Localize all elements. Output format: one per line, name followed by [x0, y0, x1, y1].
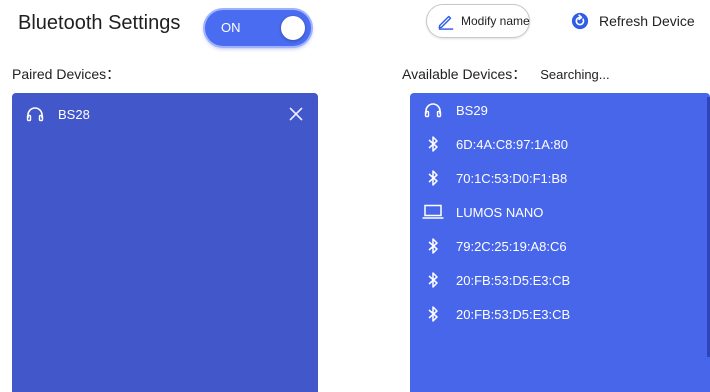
laptop-icon — [422, 203, 444, 221]
device-name: 20:FB:53:D5:E3:CB — [456, 272, 571, 288]
available-device-row[interactable]: BS29 — [410, 93, 710, 127]
available-devices-list: BS29 6D:4A:C8:97:1A:80 70:1C:53:D0:F1:B8 — [410, 93, 710, 392]
device-name: 70:1C:53:D0:F1:B8 — [456, 170, 568, 186]
headphones-icon — [422, 101, 444, 119]
bluetooth-icon — [422, 135, 444, 153]
bluetooth-icon — [422, 305, 444, 323]
available-device-row[interactable]: 70:1C:53:D0:F1:B8 — [410, 161, 710, 195]
headphones-icon — [24, 105, 46, 123]
bluetooth-toggle[interactable]: ON — [205, 10, 311, 46]
paired-devices-list: BS28 — [12, 93, 318, 392]
modify-name-button[interactable]: Modify name — [426, 4, 530, 38]
device-name: 79:2C:25:19:A8:C6 — [456, 238, 567, 254]
available-devices-label: Available Devices： Searching... — [402, 64, 610, 84]
page-title: Bluetooth Settings — [18, 12, 181, 34]
paired-device-row[interactable]: BS28 — [12, 97, 318, 131]
device-name: 6D:4A:C8:97:1A:80 — [456, 136, 569, 152]
available-devices-label-text: Available Devices： — [402, 66, 527, 82]
device-name: 20:FB:53:D5:E3:CB — [456, 306, 571, 322]
bluetooth-icon — [422, 237, 444, 255]
paired-devices-label: Paired Devices： — [12, 64, 120, 84]
bluetooth-icon — [422, 169, 444, 187]
refresh-icon — [571, 12, 589, 30]
bluetooth-settings-screen: Bluetooth Settings ON Modify name Refres… — [0, 0, 710, 392]
pencil-icon — [438, 15, 454, 30]
device-name: BS29 — [456, 102, 488, 118]
search-status: Searching... — [540, 67, 610, 82]
available-device-row[interactable]: 20:FB:53:D5:E3:CB — [410, 263, 710, 297]
refresh-device-button[interactable]: Refresh Device — [571, 12, 695, 30]
available-device-row[interactable]: 6D:4A:C8:97:1A:80 — [410, 127, 710, 161]
close-icon[interactable] — [288, 106, 304, 122]
refresh-device-label: Refresh Device — [599, 13, 695, 29]
device-name: LUMOS NANO — [456, 204, 544, 220]
device-name: BS28 — [58, 106, 90, 122]
modify-name-label: Modify name — [461, 14, 530, 28]
available-device-row[interactable]: LUMOS NANO — [410, 195, 710, 229]
bluetooth-icon — [422, 271, 444, 289]
available-device-row[interactable]: 20:FB:53:D5:E3:CB — [410, 297, 710, 331]
toggle-knob — [281, 16, 305, 40]
available-device-row[interactable]: 79:2C:25:19:A8:C6 — [410, 229, 710, 263]
paired-devices-label-text: Paired Devices： — [12, 66, 121, 82]
toggle-label: ON — [221, 20, 241, 35]
